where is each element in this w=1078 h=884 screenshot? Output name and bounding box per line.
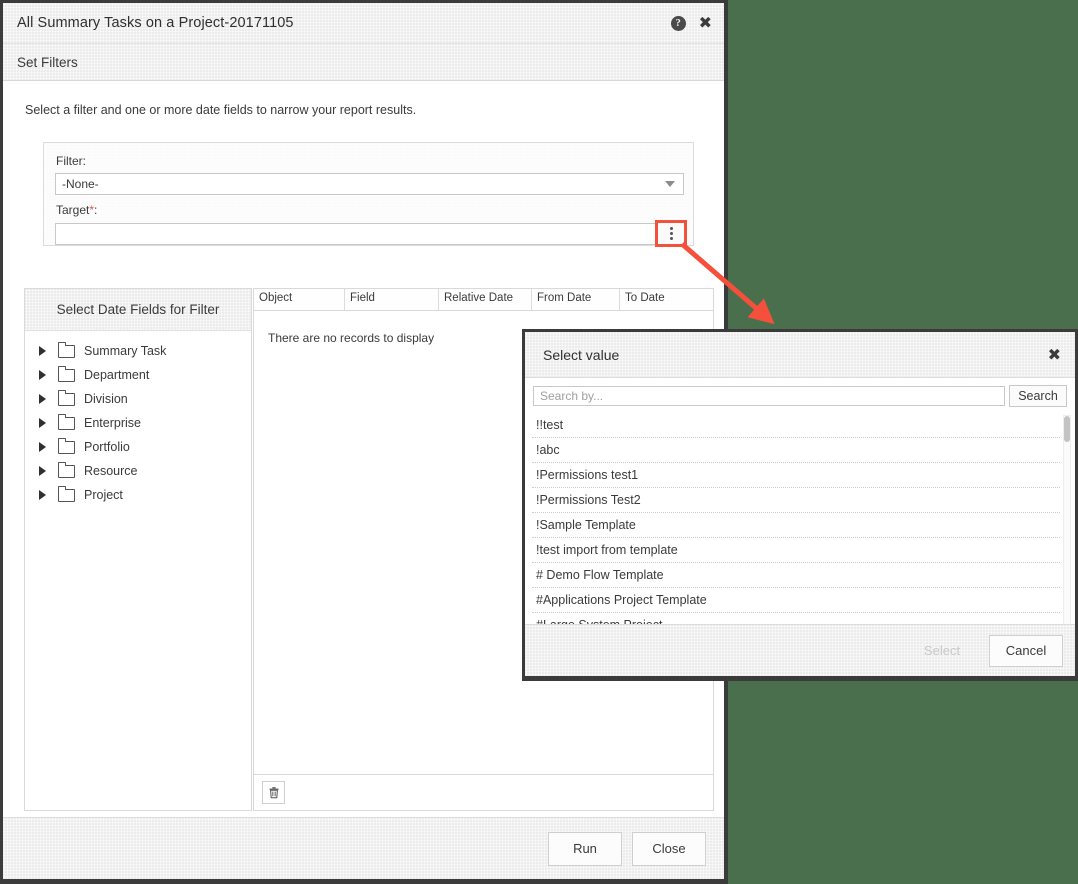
select-value-list-wrapper: !!test !abc !Permissions test1 !Permissions… [525,413,1075,636]
grid-header-row: Object Field Relative Date From Date To Date [254,289,713,311]
triangle-right-icon[interactable] [39,346,46,356]
tree-item-label: Division [84,392,128,406]
tree-item[interactable]: Project [25,483,251,507]
instructions-text: Select a filter and one or more date fie… [25,103,417,117]
tree-item-label: Project [84,488,123,502]
filter-label: Filter: [56,154,86,168]
target-label: Target*: [56,203,97,217]
grid-column-header[interactable]: Field [345,289,439,310]
target-field-wrapper [55,223,684,245]
select-value-title-bar: Select value ✖ [525,332,1075,378]
search-button[interactable]: Search [1009,385,1067,407]
chevron-down-icon [665,181,675,187]
grid-column-header[interactable]: From Date [532,289,620,310]
delete-row-button[interactable] [262,781,285,804]
modal-footer: Run Close [3,817,724,879]
close-button[interactable]: Close [632,831,706,866]
date-fields-tree-panel: Select Date Fields for Filter Summary Ta… [24,288,252,811]
close-icon[interactable]: ✖ [1048,346,1061,363]
scrollbar-thumb[interactable] [1064,416,1070,442]
select-value-dialog: Select value ✖ Search !!test!abc!Permiss… [522,329,1078,681]
tree-item[interactable]: Portfolio [25,435,251,459]
subheader-title: Set Filters [17,54,78,70]
search-input-wrapper [533,386,1005,406]
filter-select[interactable]: -None- [55,173,684,195]
cancel-button[interactable]: Cancel [989,634,1063,667]
vertical-ellipsis-icon [669,227,673,240]
list-item[interactable]: !Permissions test1 [532,463,1060,488]
tree-item-label: Resource [84,464,138,478]
folder-icon [57,389,75,406]
target-input[interactable] [56,224,683,244]
trash-icon [269,787,278,799]
list-item[interactable]: !test import from template [532,538,1060,563]
tree-item[interactable]: Division [25,387,251,411]
help-circle-icon[interactable]: ? [670,15,686,31]
tree-panel-header: Select Date Fields for Filter [25,289,251,331]
filter-select-value: -None- [62,177,99,191]
close-icon[interactable]: ✖ [699,15,712,31]
run-button[interactable]: Run [548,831,622,866]
grid-column-header[interactable]: Relative Date [439,289,532,310]
list-item[interactable]: !Permissions Test2 [532,488,1060,513]
tree-item-label: Summary Task [84,344,167,358]
grid-footer-toolbar [254,774,713,810]
filter-panel: Filter: -None- Target*: [43,142,694,246]
tree-item[interactable]: Resource [25,459,251,483]
list-item[interactable]: !abc [532,438,1060,463]
select-value-search-row: Search [525,378,1075,413]
tree-item[interactable]: Department [25,363,251,387]
target-lookup-button[interactable] [655,220,687,247]
folder-icon [57,461,75,478]
target-label-colon: : [94,203,98,217]
triangle-right-icon[interactable] [39,466,46,476]
vertical-scrollbar[interactable] [1063,415,1071,630]
select-button[interactable]: Select [905,635,979,667]
triangle-right-icon[interactable] [39,394,46,404]
triangle-right-icon[interactable] [39,442,46,452]
triangle-right-icon[interactable] [39,490,46,500]
modal-title-bar: All Summary Tasks on a Project-20171105 … [3,3,724,44]
title-bar-actions: ? ✖ [670,15,712,31]
triangle-right-icon[interactable] [39,418,46,428]
list-item[interactable]: !Sample Template [532,513,1060,538]
tree-panel-title: Select Date Fields for Filter [56,302,220,317]
tree-item-label: Enterprise [84,416,141,430]
tree-item-label: Department [84,368,150,382]
tree-item[interactable]: Summary Task [25,339,251,363]
select-value-list: !!test !abc !Permissions test1 !Permissions… [532,413,1060,636]
folder-icon [57,341,75,358]
modal-subheader: Set Filters [3,44,724,81]
grid-column-header[interactable]: Object [254,289,345,310]
tree-list: Summary Task Department Division Enterprise… [25,331,251,507]
folder-icon [57,437,75,454]
select-value-title: Select value [543,346,620,363]
grid-column-header[interactable]: To Date [620,289,713,310]
folder-icon [57,413,75,430]
list-item[interactable]: #Applications Project Template [532,588,1060,613]
tree-item[interactable]: Enterprise [25,411,251,435]
tree-item-label: Portfolio [84,440,130,454]
folder-icon [57,485,75,502]
triangle-right-icon[interactable] [39,370,46,380]
page-title: All Summary Tasks on a Project-20171105 [17,15,294,31]
target-label-text: Target [56,203,90,217]
folder-icon [57,365,75,382]
list-item[interactable]: !!test [532,413,1060,438]
select-value-footer: Select Cancel [525,624,1075,676]
search-input[interactable] [534,387,1004,405]
list-item[interactable]: # Demo Flow Template [532,563,1060,588]
